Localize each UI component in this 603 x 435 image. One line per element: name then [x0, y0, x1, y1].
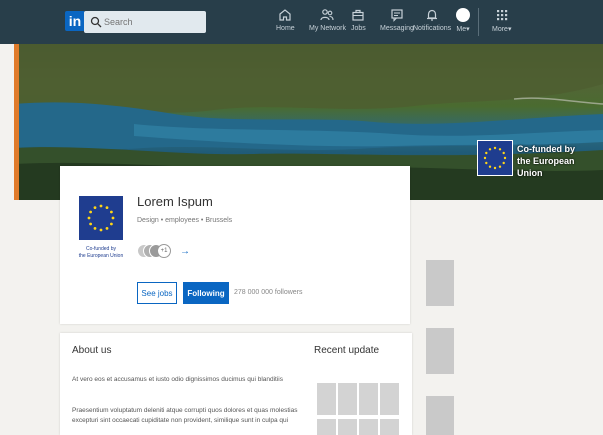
eu-text-line1: Co-funded by: [517, 144, 575, 154]
nav-label-messaging: Messaging: [380, 25, 414, 32]
eu-funding-badge: Co-funded by the European Union: [477, 137, 597, 178]
nav-item-jobs[interactable]: Jobs: [351, 8, 366, 32]
eu-flag-icon: [79, 196, 123, 240]
sidebar-placeholder: [426, 328, 454, 374]
nav-label-notifications: Notifications: [413, 25, 452, 32]
recent-update-title: Recent update: [314, 345, 380, 356]
linkedin-logo[interactable]: in: [65, 11, 85, 31]
nav-label-more: More▾: [492, 26, 512, 33]
sidebar-placeholder: [426, 260, 454, 306]
nav-label-me: Me▾: [456, 26, 470, 33]
recent-update-gallery: [317, 383, 401, 435]
banner-accent-stripe: [14, 44, 19, 200]
nav-item-my-network[interactable]: My Network: [309, 8, 346, 32]
bell-icon: [427, 9, 438, 21]
nav-container: in Home My Network: [58, 0, 548, 44]
about-title: About us: [72, 345, 112, 356]
nav-divider: [478, 8, 479, 36]
about-paragraph: Praesentium voluptatum deleniti atque co…: [72, 407, 298, 424]
network-icon: [320, 9, 335, 21]
home-icon: [279, 9, 291, 21]
briefcase-icon: [352, 9, 364, 21]
search-box[interactable]: [84, 11, 206, 33]
avatar[interactable]: [456, 8, 470, 22]
nav-item-more[interactable]: More▾: [492, 8, 511, 33]
eu-funding-text: Co-funded by the European Union: [517, 143, 601, 179]
nav-item-notifications[interactable]: Notifications: [413, 8, 451, 32]
image-placeholder[interactable]: [380, 383, 399, 415]
grid-icon: [496, 10, 507, 21]
company-logo: Co-funded by the European Union: [76, 196, 126, 274]
see-jobs-button[interactable]: See jobs: [137, 282, 177, 304]
image-placeholder[interactable]: [359, 419, 378, 435]
company-profile-card: Co-funded by the European Union Lorem Is…: [60, 166, 410, 324]
messaging-icon: [391, 9, 403, 22]
image-placeholder[interactable]: [338, 419, 357, 435]
image-placeholder[interactable]: [317, 383, 336, 415]
sidebar-placeholder: [426, 396, 454, 435]
nav-label-jobs: Jobs: [351, 25, 366, 32]
company-meta: Design • employees • Brussels: [137, 217, 233, 224]
company-name: Lorem Ispum: [137, 194, 213, 209]
top-navigation-bar: in Home My Network: [0, 0, 603, 44]
search-input[interactable]: [104, 14, 200, 30]
nav-item-messaging[interactable]: Messaging: [380, 8, 414, 32]
more-connections-badge: +1: [157, 244, 171, 258]
nav-item-me[interactable]: Me▾: [456, 8, 470, 33]
connections-avatars[interactable]: +1: [137, 244, 177, 260]
following-button[interactable]: Following: [183, 282, 229, 304]
logo-caption-line2: the European Union: [78, 253, 124, 259]
nav-label-home: Home: [276, 25, 295, 32]
nav-label-my-network: My Network: [309, 25, 346, 32]
eu-text-line2: the European Union: [517, 156, 575, 178]
image-placeholder[interactable]: [338, 383, 357, 415]
about-paragraph: At vero eos et accusamus et iusto odio d…: [72, 376, 283, 383]
image-placeholder[interactable]: [380, 419, 399, 435]
arrow-right-icon[interactable]: →: [180, 246, 190, 257]
search-icon: [90, 16, 102, 28]
logo-caption-line1: Co-funded by: [85, 246, 117, 252]
image-placeholder[interactable]: [317, 419, 336, 435]
nav-item-home[interactable]: Home: [276, 8, 295, 32]
eu-flag-icon: [477, 140, 513, 176]
about-section-card: About us At vero eos et accusamus et ius…: [60, 333, 412, 435]
logo-caption: Co-funded by the European Union: [76, 246, 126, 260]
followers-count: 278 000 000 followers: [234, 289, 303, 296]
image-placeholder[interactable]: [359, 383, 378, 415]
